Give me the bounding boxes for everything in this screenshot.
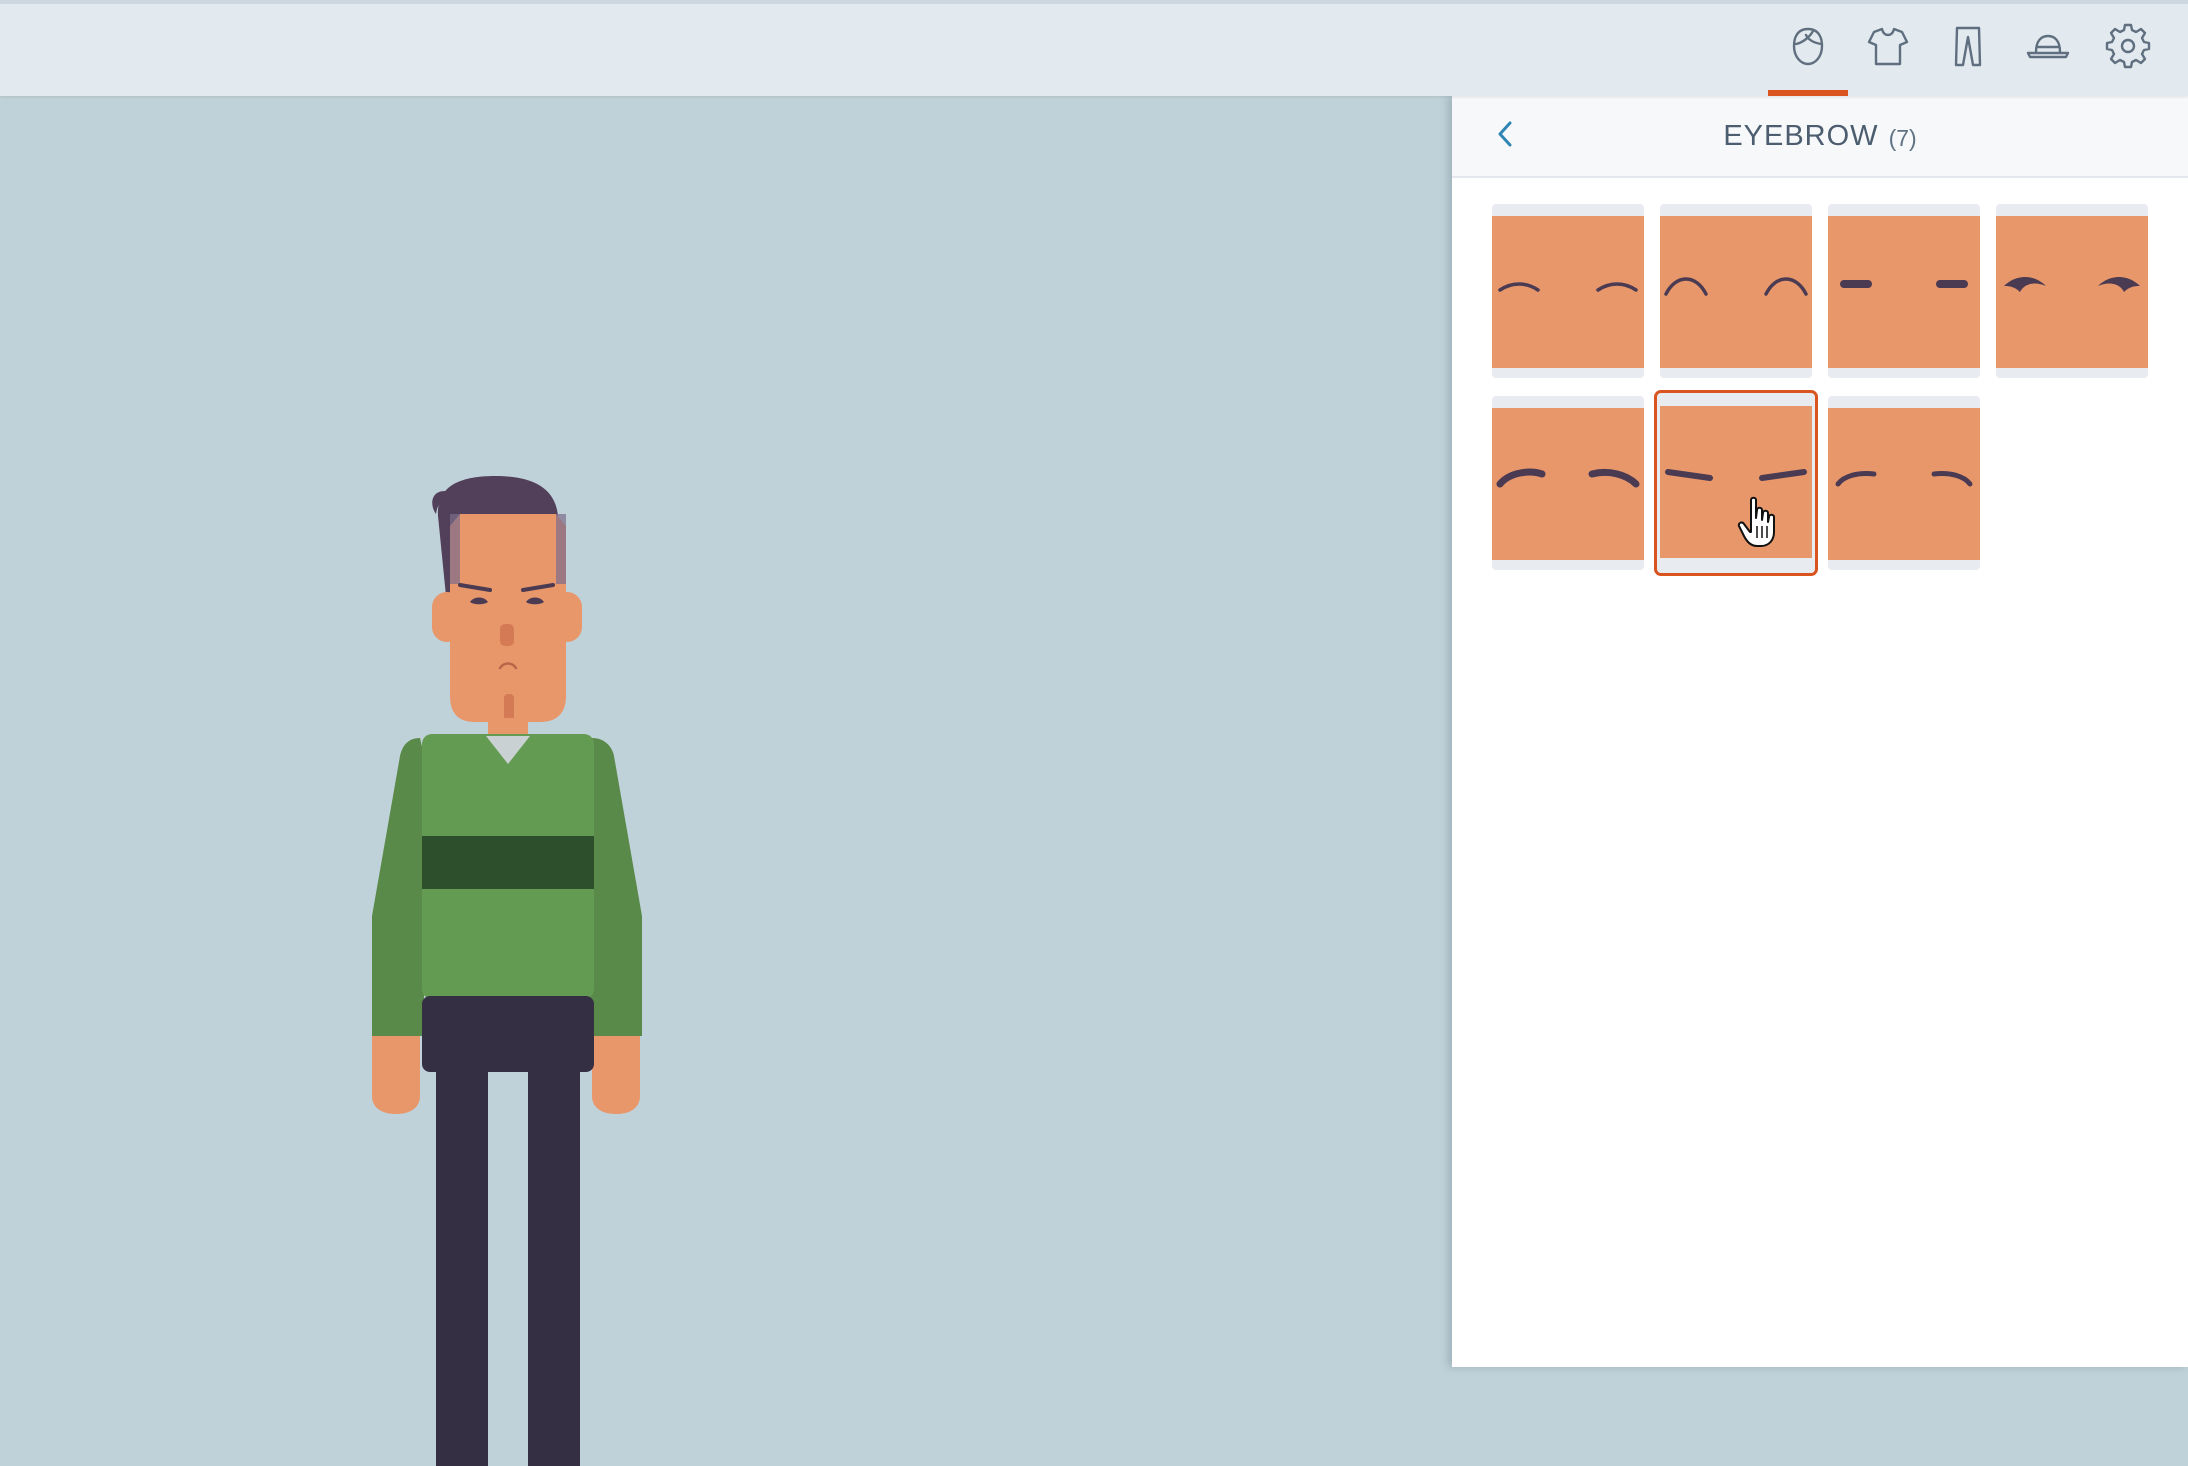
gear-icon — [2105, 23, 2151, 74]
eyebrow-option-4[interactable] — [1996, 204, 2148, 378]
eyebrow-preview — [1996, 216, 2148, 368]
active-tab-indicator — [1768, 90, 1848, 96]
eyebrow-option-2[interactable] — [1660, 204, 1812, 378]
tab-settings[interactable] — [2088, 0, 2168, 96]
eyebrow-option-5[interactable] — [1492, 396, 1644, 570]
face-icon — [1785, 23, 1831, 74]
pants-icon — [1945, 23, 1991, 74]
eyebrow-option-3[interactable] — [1828, 204, 1980, 378]
shirt-icon — [1865, 23, 1911, 74]
eyebrow-option-7[interactable] — [1828, 396, 1980, 570]
hat-icon — [2025, 23, 2071, 74]
eyebrow-option-6[interactable] — [1654, 390, 1818, 576]
chevron-left-icon — [1494, 119, 1518, 154]
hand-cursor-icon — [1737, 496, 1781, 548]
eyebrow-panel: EYEBROW (7) — [1452, 96, 2188, 1367]
eyebrow-preview — [1660, 216, 1812, 368]
back-button[interactable] — [1486, 116, 1526, 156]
character-figure — [372, 476, 642, 1466]
character-canvas — [0, 96, 1452, 1466]
eyebrow-preview — [1660, 406, 1812, 558]
eyebrow-preview — [1828, 216, 1980, 368]
eyebrow-preview — [1492, 216, 1644, 368]
tab-hat[interactable] — [2008, 0, 2088, 96]
panel-title-count: (7) — [1888, 124, 1917, 151]
panel-title: EYEBROW (7) — [1452, 96, 2188, 176]
tab-face[interactable] — [1768, 0, 1848, 96]
panel-title-text: EYEBROW — [1723, 119, 1879, 152]
eyebrow-preview — [1828, 408, 1980, 560]
tab-pants[interactable] — [1928, 0, 2008, 96]
tab-shirt[interactable] — [1848, 0, 1928, 96]
panel-header: EYEBROW (7) — [1452, 96, 2188, 178]
top-toolbar — [0, 0, 2188, 96]
eyebrow-option-1[interactable] — [1492, 204, 1644, 378]
eyebrow-preview — [1492, 408, 1644, 560]
